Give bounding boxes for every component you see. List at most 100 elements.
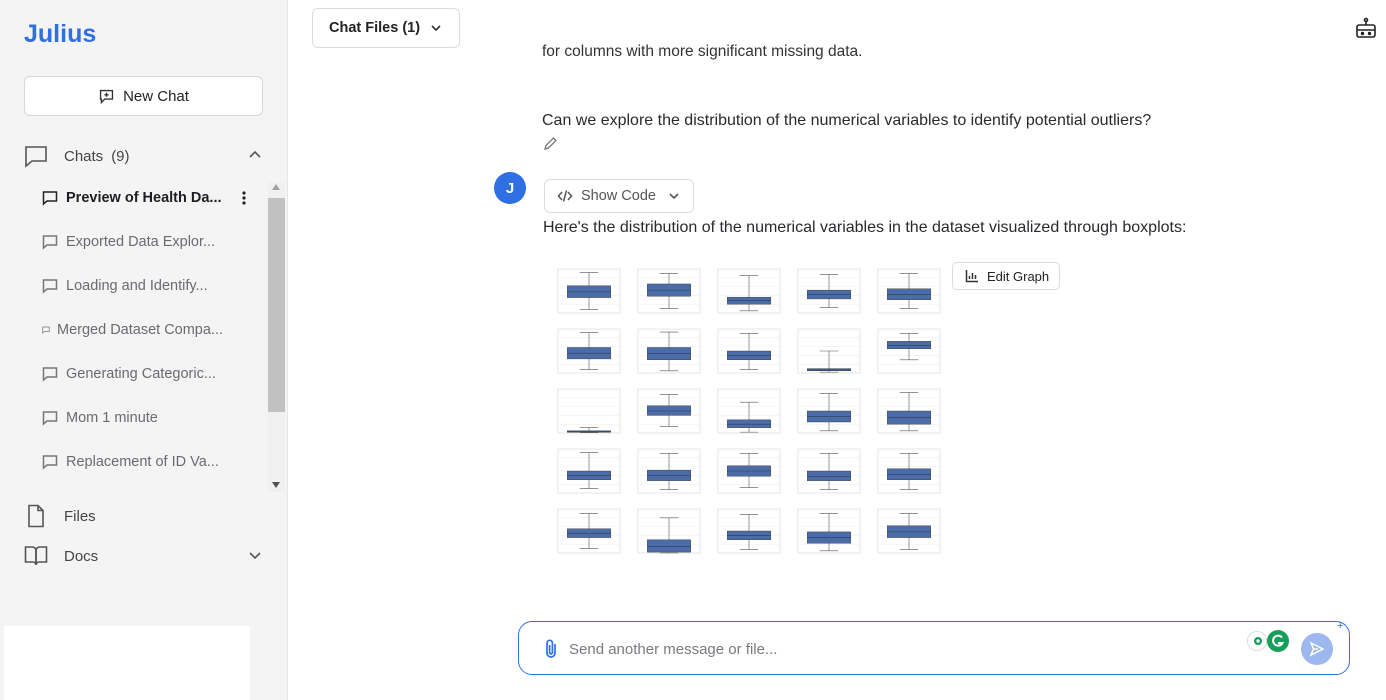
chat-item-icon: [42, 191, 58, 206]
boxplot-panel: [717, 388, 781, 434]
chat-item-icon: [42, 455, 58, 470]
chat-files-label: Chat Files (1): [329, 20, 421, 36]
boxplot-box: [807, 470, 851, 481]
edit-graph-label: Edit Graph: [987, 268, 1050, 284]
chat-item-label: Preview of Health Da...: [66, 190, 222, 206]
boxplot-panel: [717, 268, 781, 314]
boxplot-panel: [557, 328, 621, 374]
panel-frame: [557, 388, 621, 434]
chat-item-icon: [42, 235, 58, 250]
boxplot-panel: [637, 268, 701, 314]
chevron-down-icon: [431, 25, 441, 32]
boxplot-panel: [717, 448, 781, 494]
extension-icon[interactable]: [1247, 631, 1267, 651]
boxplot-box: [647, 539, 691, 553]
boxplot-box: [647, 405, 691, 416]
send-button[interactable]: [1301, 633, 1333, 665]
chats-label: Chats: [64, 147, 104, 165]
chat-item-small-icon: [42, 326, 50, 334]
boxplot-panel: [877, 388, 941, 434]
chat-item-label: Loading and Identify...: [66, 278, 208, 294]
boxplot-panel: [717, 328, 781, 374]
chevron-down-icon[interactable]: [248, 548, 262, 562]
chats-section-header[interactable]: Chats (9): [24, 142, 264, 170]
bar-chart-icon: [965, 270, 978, 283]
message-input[interactable]: [569, 634, 1229, 664]
chat-list: Preview of Health Da... Exported Data Ex…: [0, 176, 288, 494]
show-code-button[interactable]: Show Code: [544, 179, 694, 213]
code-icon: [557, 190, 573, 202]
more-options-icon[interactable]: [238, 190, 250, 206]
boxplot-box: [727, 419, 771, 428]
chats-count: (9): [111, 147, 130, 165]
docs-label: Docs: [64, 547, 99, 565]
boxplot-panel: [797, 268, 861, 314]
files-nav-item[interactable]: Files: [24, 502, 264, 530]
user-message: Can we explore the distribution of the n…: [542, 112, 1152, 129]
chat-item-label: Replacement of ID Va...: [66, 454, 219, 470]
boxplot-panel: [797, 328, 861, 374]
scroll-thumb[interactable]: [268, 198, 285, 412]
chat-files-dropdown[interactable]: Chat Files (1): [312, 8, 460, 48]
paperclip-icon[interactable]: [541, 638, 561, 660]
app-window: Julius New Chat Chats (9) Preview of Hea…: [0, 0, 1386, 700]
chat-item-label: Generating Categoric...: [66, 366, 216, 382]
message-composer: +: [518, 620, 1350, 675]
boxplot-panel: [797, 388, 861, 434]
boxplot-panel: [717, 508, 781, 554]
boxplot-panel: [557, 268, 621, 314]
boxplot-panel: [557, 448, 621, 494]
boxplot-panel: [637, 508, 701, 554]
edit-graph-button[interactable]: Edit Graph: [952, 262, 1060, 290]
boxplot-panel: [637, 328, 701, 374]
chevron-up-icon[interactable]: [248, 148, 262, 162]
boxplot-panel: [557, 508, 621, 554]
boxplot-panel: [797, 508, 861, 554]
chat-item-icon: [42, 367, 58, 382]
app-logo[interactable]: Julius: [24, 20, 96, 49]
boxplot-panel: [637, 448, 701, 494]
boxplot-grid-image: [557, 268, 941, 554]
chat-list-item[interactable]: Merged Dataset Compa...: [42, 318, 254, 342]
boxplot-panel: [877, 508, 941, 554]
plus-marker-icon: +: [1337, 620, 1344, 632]
pencil-icon[interactable]: [542, 136, 558, 152]
assistant-message: Here's the distribution of the numerical…: [543, 219, 1187, 236]
chevron-down-icon: [669, 193, 679, 200]
chat-item-icon: [42, 411, 58, 426]
chat-item-label: Mom 1 minute: [66, 410, 158, 426]
new-chat-button[interactable]: New Chat: [24, 76, 263, 116]
send-icon: [1309, 641, 1325, 657]
chat-list-item[interactable]: Loading and Identify...: [42, 274, 254, 298]
boxplot-panel: [877, 328, 941, 374]
chat-list-item[interactable]: Generating Categoric...: [42, 362, 254, 386]
robot-icon[interactable]: [1354, 17, 1378, 41]
files-label: Files: [64, 507, 96, 525]
top-overlay: [480, 0, 1320, 44]
show-code-label: Show Code: [581, 188, 656, 204]
sidebar: Julius New Chat Chats (9) Preview of Hea…: [0, 0, 288, 700]
sidebar-footer-panel: [4, 626, 250, 700]
new-chat-label: New Chat: [123, 87, 189, 105]
chat-list-item[interactable]: Exported Data Explor...: [42, 230, 254, 254]
grammarly-icon[interactable]: [1267, 630, 1289, 652]
new-chat-icon: [99, 89, 114, 104]
book-icon: [24, 544, 48, 568]
chat-list-item[interactable]: Preview of Health Da...: [42, 186, 254, 210]
chat-item-icon: [42, 279, 58, 294]
file-icon: [24, 504, 48, 528]
boxplot-panel: [877, 448, 941, 494]
chat-item-label: Merged Dataset Compa...: [57, 322, 224, 338]
boxplot-panel: [877, 268, 941, 314]
chat-bubble-icon: [24, 144, 48, 168]
scroll-down-arrow-icon[interactable]: [272, 482, 280, 488]
assistant-avatar: J: [494, 172, 526, 204]
chat-list-item[interactable]: Mom 1 minute: [42, 406, 254, 430]
scroll-up-arrow-icon[interactable]: [272, 184, 280, 190]
boxplot-panel: [797, 448, 861, 494]
chat-item-label: Exported Data Explor...: [66, 234, 216, 250]
chat-list-scrollbar[interactable]: [268, 182, 285, 492]
docs-nav-item[interactable]: Docs: [24, 542, 264, 570]
chat-list-item[interactable]: Replacement of ID Va...: [42, 450, 254, 474]
boxplot-panel: [637, 388, 701, 434]
